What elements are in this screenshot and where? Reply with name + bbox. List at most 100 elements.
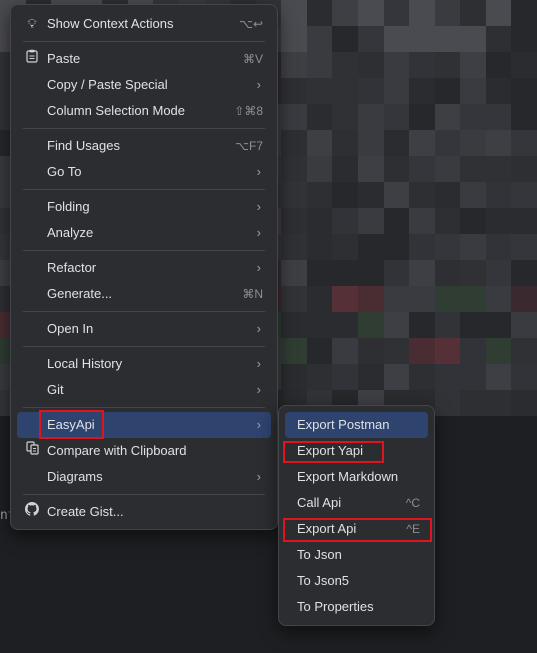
background-tile [409,364,435,390]
background-tile [281,338,307,364]
background-tile [409,260,435,286]
background-tile [306,78,333,104]
background-tile [485,156,512,182]
background-tile [485,182,512,208]
menu-item-analyze[interactable]: Analyze › [17,220,271,246]
background-tile [460,260,486,286]
background-tile [281,0,307,26]
menu-item-create-gist[interactable]: Create Gist... [17,499,271,525]
submenu-item-call-api[interactable]: Call Api ^C [285,490,428,516]
background-tile [306,104,333,130]
menu-item-copy-paste-special[interactable]: Copy / Paste Special › [17,72,271,98]
background-tile [511,182,537,208]
background-tile [485,52,512,78]
menu-item-label: Go To [47,164,82,179]
background-tile [281,234,307,260]
menu-item-find-usages[interactable]: Find Usages ⌥F7 [17,133,271,159]
submenu-item-to-properties[interactable]: To Properties [285,594,428,620]
background-tile [485,390,512,416]
background-tile [511,390,537,416]
background-tile [306,364,333,390]
menu-item-paste[interactable]: Paste ⌘V [17,46,271,72]
background-tile [485,286,512,312]
background-tile [485,78,512,104]
menu-item-label: Folding [47,199,90,214]
menu-item-shortcut: ^E [406,522,420,536]
background-tile [434,234,461,260]
background-tile [511,156,537,182]
menu-item-compare-with-clipboard[interactable]: Compare with Clipboard [17,438,271,464]
menu-item-folding[interactable]: Folding › [17,194,271,220]
background-tile [281,52,307,78]
background-tile [434,78,461,104]
submenu-item-export-yapi[interactable]: Export Yapi [285,438,428,464]
menu-item-show-context-actions[interactable]: 💡︎ Show Context Actions ⌥↩ [17,11,271,37]
background-tile [511,104,537,130]
menu-item-label: Refactor [47,260,97,275]
menu-item-label: Export Postman [297,417,390,432]
menu-item-go-to[interactable]: Go To › [17,159,271,185]
background-tile [332,286,358,312]
menu-item-label: Export Markdown [297,469,399,484]
background-tile [306,286,333,312]
background-tile [434,156,461,182]
background-tile [460,390,486,416]
menu-item-label: Analyze [47,225,94,240]
menu-item-diagrams[interactable]: Diagrams › [17,464,271,490]
background-tile [281,104,307,130]
chevron-right-icon: › [256,356,261,371]
background-tile [434,208,461,234]
background-tile [409,234,435,260]
menu-item-easyapi[interactable]: EasyApi › [17,412,271,438]
chevron-right-icon: › [256,225,261,240]
background-tile [409,182,435,208]
menu-item-shortcut: ⌘N [242,287,263,301]
background-tile [357,130,384,156]
menu-item-open-in[interactable]: Open In › [17,316,271,342]
background-tile [434,338,461,364]
menu-item-label: EasyApi [47,417,95,432]
menu-item-label: To Json [297,547,342,562]
background-tile [281,182,307,208]
submenu-item-to-json[interactable]: To Json [285,542,428,568]
menu-item-label: Copy / Paste Special [47,77,168,92]
background-tile [281,156,307,182]
background-tile [281,208,307,234]
submenu-item-to-json5[interactable]: To Json5 [285,568,428,594]
menu-item-label: Export Yapi [297,443,364,458]
background-tile [357,26,384,52]
background-tile [409,78,435,104]
background-tile [434,286,461,312]
background-tile [460,104,486,130]
menu-item-local-history[interactable]: Local History › [17,351,271,377]
background-tile [511,78,537,104]
chevron-right-icon: › [256,417,261,432]
background-tile [357,312,384,338]
background-tile [460,156,486,182]
menu-item-label: Git [47,382,64,397]
background-tile [409,156,435,182]
chevron-right-icon: › [256,382,261,397]
background-tile [460,78,486,104]
menu-item-git[interactable]: Git › [17,377,271,403]
background-tile [409,338,435,364]
background-tile [383,312,410,338]
background-tile [306,0,333,26]
submenu-item-export-api[interactable]: Export Api ^E [285,516,428,542]
menu-separator [23,128,265,129]
menu-item-column-selection-mode[interactable]: Column Selection Mode ⇧⌘8 [17,98,271,124]
submenu-item-export-postman[interactable]: Export Postman [285,412,428,438]
menu-item-refactor[interactable]: Refactor › [17,255,271,281]
background-tile [409,26,435,52]
submenu-item-export-markdown[interactable]: Export Markdown [285,464,428,490]
background-tile [332,182,358,208]
background-tile [460,182,486,208]
background-tile [357,338,384,364]
context-menu: 💡︎ Show Context Actions ⌥↩ Paste ⌘V Copy… [10,4,278,530]
background-tile [306,234,333,260]
menu-item-generate[interactable]: Generate... ⌘N [17,281,271,307]
background-tile [383,0,410,26]
background-tile [383,338,410,364]
menu-item-label: Paste [47,51,81,66]
background-tile [383,52,410,78]
